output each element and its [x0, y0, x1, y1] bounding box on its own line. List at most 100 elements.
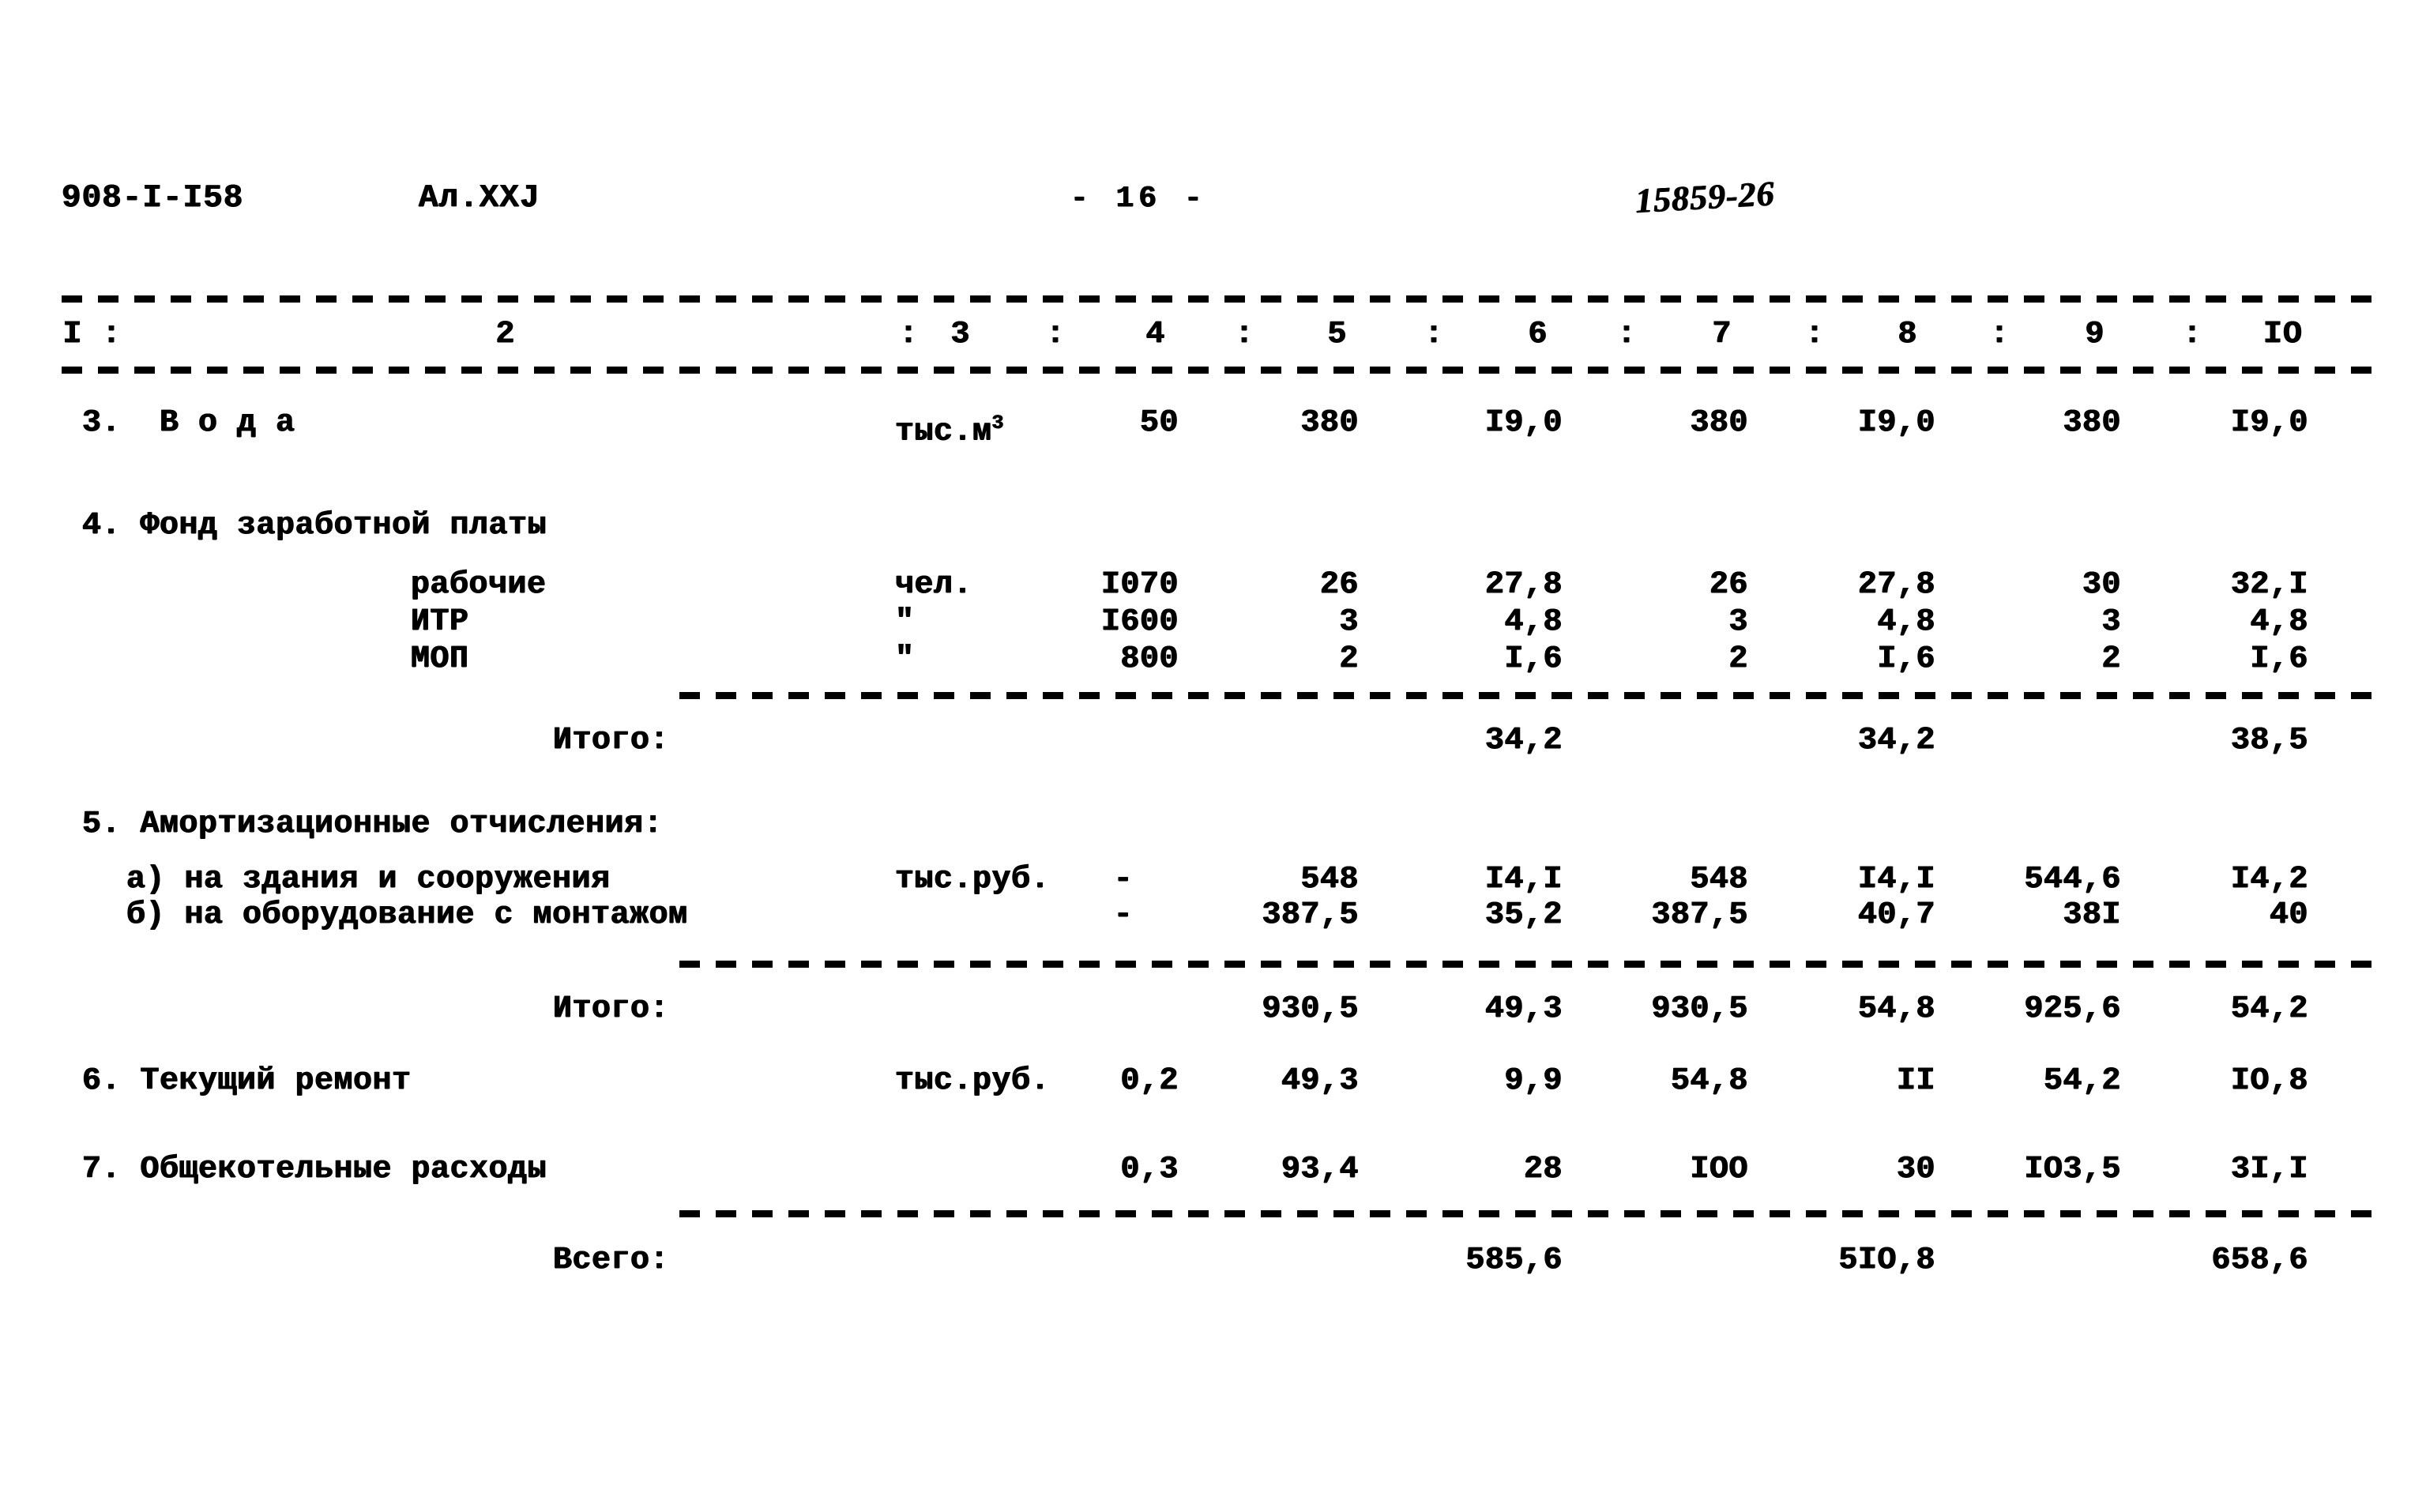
rule-under-header — [62, 367, 2376, 374]
cell-col7: 3 — [1728, 604, 1748, 640]
cell-col10: IO,8 — [2230, 1063, 2308, 1099]
cell-col5: 380 — [1300, 405, 1359, 441]
cell-col7: 2 — [1728, 641, 1748, 677]
cell-col7: 930,5 — [1651, 991, 1748, 1027]
scanned-page: 908-I-I58 Ал.XXJ - 16 - 15859-26 I : 2 :… — [0, 0, 2426, 1512]
subtotal-row: Итого: 34,2 34,2 38,5 — [0, 720, 2426, 762]
cell-col5: 93,4 — [1281, 1152, 1359, 1187]
unit-superscript: 3 — [991, 412, 1005, 434]
cell-col4: 800 — [1120, 641, 1179, 677]
table-row: рабочие чел. I070 26 27,8 26 27,8 30 32,… — [0, 565, 2426, 606]
cell-col9: 30 — [2082, 567, 2121, 603]
col-sep-9: : — [2182, 317, 2202, 352]
cell-col5: 2 — [1339, 641, 1359, 677]
row-label: 3. В о д а — [82, 405, 295, 441]
col-header-2: 2 — [495, 317, 516, 352]
cell-col10: 38,5 — [2230, 723, 2308, 758]
cell-col8: I9,0 — [1857, 405, 1935, 441]
grand-total-row: Всего: 585,6 5IO,8 658,6 — [0, 1240, 2426, 1281]
cell-col9: IO3,5 — [2024, 1152, 2121, 1187]
cell-col4: 50 — [1139, 405, 1179, 441]
cell-col6: I,6 — [1504, 641, 1563, 677]
cell-col8: 27,8 — [1857, 567, 1935, 603]
cell-col8: 5IO,8 — [1838, 1243, 1935, 1278]
cell-col6: 4,8 — [1504, 604, 1563, 640]
cell-col10: I9,0 — [2230, 405, 2308, 441]
cell-col8: II — [1896, 1063, 1935, 1099]
cell-col5: 387,5 — [1262, 897, 1359, 933]
subtotal-label: Итого: — [553, 723, 670, 758]
row-label: б) на оборудование с монтажом — [126, 897, 688, 933]
row-label: ИТР — [411, 604, 469, 640]
cell-col5: 930,5 — [1262, 991, 1359, 1027]
cell-col9: 38I — [2063, 897, 2121, 933]
cell-col7: 54,8 — [1670, 1063, 1748, 1099]
cell-col4: I600 — [1100, 604, 1179, 640]
col-sep-4: : — [1234, 317, 1254, 352]
table-row: МОП " 800 2 I,6 2 I,6 2 I,6 — [0, 639, 2426, 680]
cell-col9: 54,2 — [2043, 1063, 2121, 1099]
grand-total-label: Всего: — [553, 1243, 670, 1278]
row-label: рабочие — [411, 567, 547, 603]
cell-col6: 585,6 — [1465, 1243, 1563, 1278]
cell-col8: 4,8 — [1877, 604, 1935, 640]
cell-col9: 2 — [2101, 641, 2121, 677]
cell-col4: - — [1113, 897, 1134, 933]
col-sep-2: : — [898, 317, 918, 352]
cell-col4: I070 — [1100, 567, 1179, 603]
table-row: 3. В о д а тыс.м3 50 380 I9,0 380 I9,0 3… — [0, 403, 2426, 449]
col-sep-3: : — [1045, 317, 1065, 352]
rule-above-grand-total — [679, 1210, 2376, 1217]
cell-col8: I,6 — [1877, 641, 1935, 677]
cell-col6: 27,8 — [1484, 567, 1563, 603]
cell-col10: 54,2 — [2230, 991, 2308, 1027]
col-header-7: 7 — [1712, 317, 1732, 352]
cell-col10: 32,I — [2230, 567, 2308, 603]
col-sep-8: : — [1989, 317, 2009, 352]
cell-col8: 54,8 — [1857, 991, 1935, 1027]
cell-col10: 658,6 — [2211, 1243, 2308, 1278]
col-sep-6: : — [1616, 317, 1636, 352]
subtotal-label: Итого: — [553, 991, 670, 1027]
table-row: ИТР " I600 3 4,8 3 4,8 3 4,8 — [0, 602, 2426, 643]
cell-col7: 387,5 — [1651, 897, 1748, 933]
cell-col6: 9,9 — [1504, 1063, 1563, 1099]
col-header-1: I — [62, 317, 83, 352]
col-header-4: 4 — [1145, 317, 1166, 352]
row-label: 7. Общекотельные расходы — [82, 1152, 547, 1187]
cell-col8: 40,7 — [1857, 897, 1935, 933]
row-unit: чел. — [895, 567, 973, 603]
col-header-3: 3 — [950, 317, 971, 352]
cell-col5: 3 — [1339, 604, 1359, 640]
cell-col10: 40 — [2269, 897, 2308, 933]
col-sep-5: : — [1424, 317, 1443, 352]
rule-above-payroll-subtotal — [679, 692, 2376, 699]
table-row: 7. Общекотельные расходы 0,3 93,4 28 IOO… — [0, 1149, 2426, 1190]
cell-col5: 26 — [1319, 567, 1359, 603]
cell-col6: 34,2 — [1484, 723, 1563, 758]
row-label: МОП — [411, 641, 469, 677]
col-sep-1: : — [101, 317, 121, 352]
cell-col6: 35,2 — [1484, 897, 1563, 933]
table-row: б) на оборудование с монтажом - 387,5 35… — [0, 895, 2426, 936]
cell-col10: 3I,I — [2230, 1152, 2308, 1187]
cell-col5: 49,3 — [1281, 1063, 1359, 1099]
rule-above-amortization-subtotal — [679, 961, 2376, 968]
cell-col6: 28 — [1523, 1152, 1563, 1187]
col-header-8: 8 — [1898, 317, 1918, 352]
col-header-9: 9 — [2085, 317, 2105, 352]
cell-col9: 925,6 — [2024, 991, 2121, 1027]
rule-top — [62, 295, 2376, 303]
subtotal-row: Итого: 930,5 49,3 930,5 54,8 925,6 54,2 — [0, 989, 2426, 1030]
cell-col7: 380 — [1690, 405, 1748, 441]
column-header-row: I : 2 : 3 : 4 : 5 : 6 : 7 : 8 : 9 : IO — [0, 314, 2426, 355]
cell-col4: 0,2 — [1120, 1063, 1179, 1099]
table-row: 6. Текущий ремонт тыс.руб. 0,2 49,3 9,9 … — [0, 1061, 2426, 1102]
cell-col6: I9,0 — [1484, 405, 1563, 441]
cell-col7: 26 — [1709, 567, 1748, 603]
col-header-10: IO — [2262, 317, 2303, 352]
cell-col9: 3 — [2101, 604, 2121, 640]
cell-col6: 49,3 — [1484, 991, 1563, 1027]
col-sep-7: : — [1804, 317, 1824, 352]
cell-col8: 34,2 — [1857, 723, 1935, 758]
